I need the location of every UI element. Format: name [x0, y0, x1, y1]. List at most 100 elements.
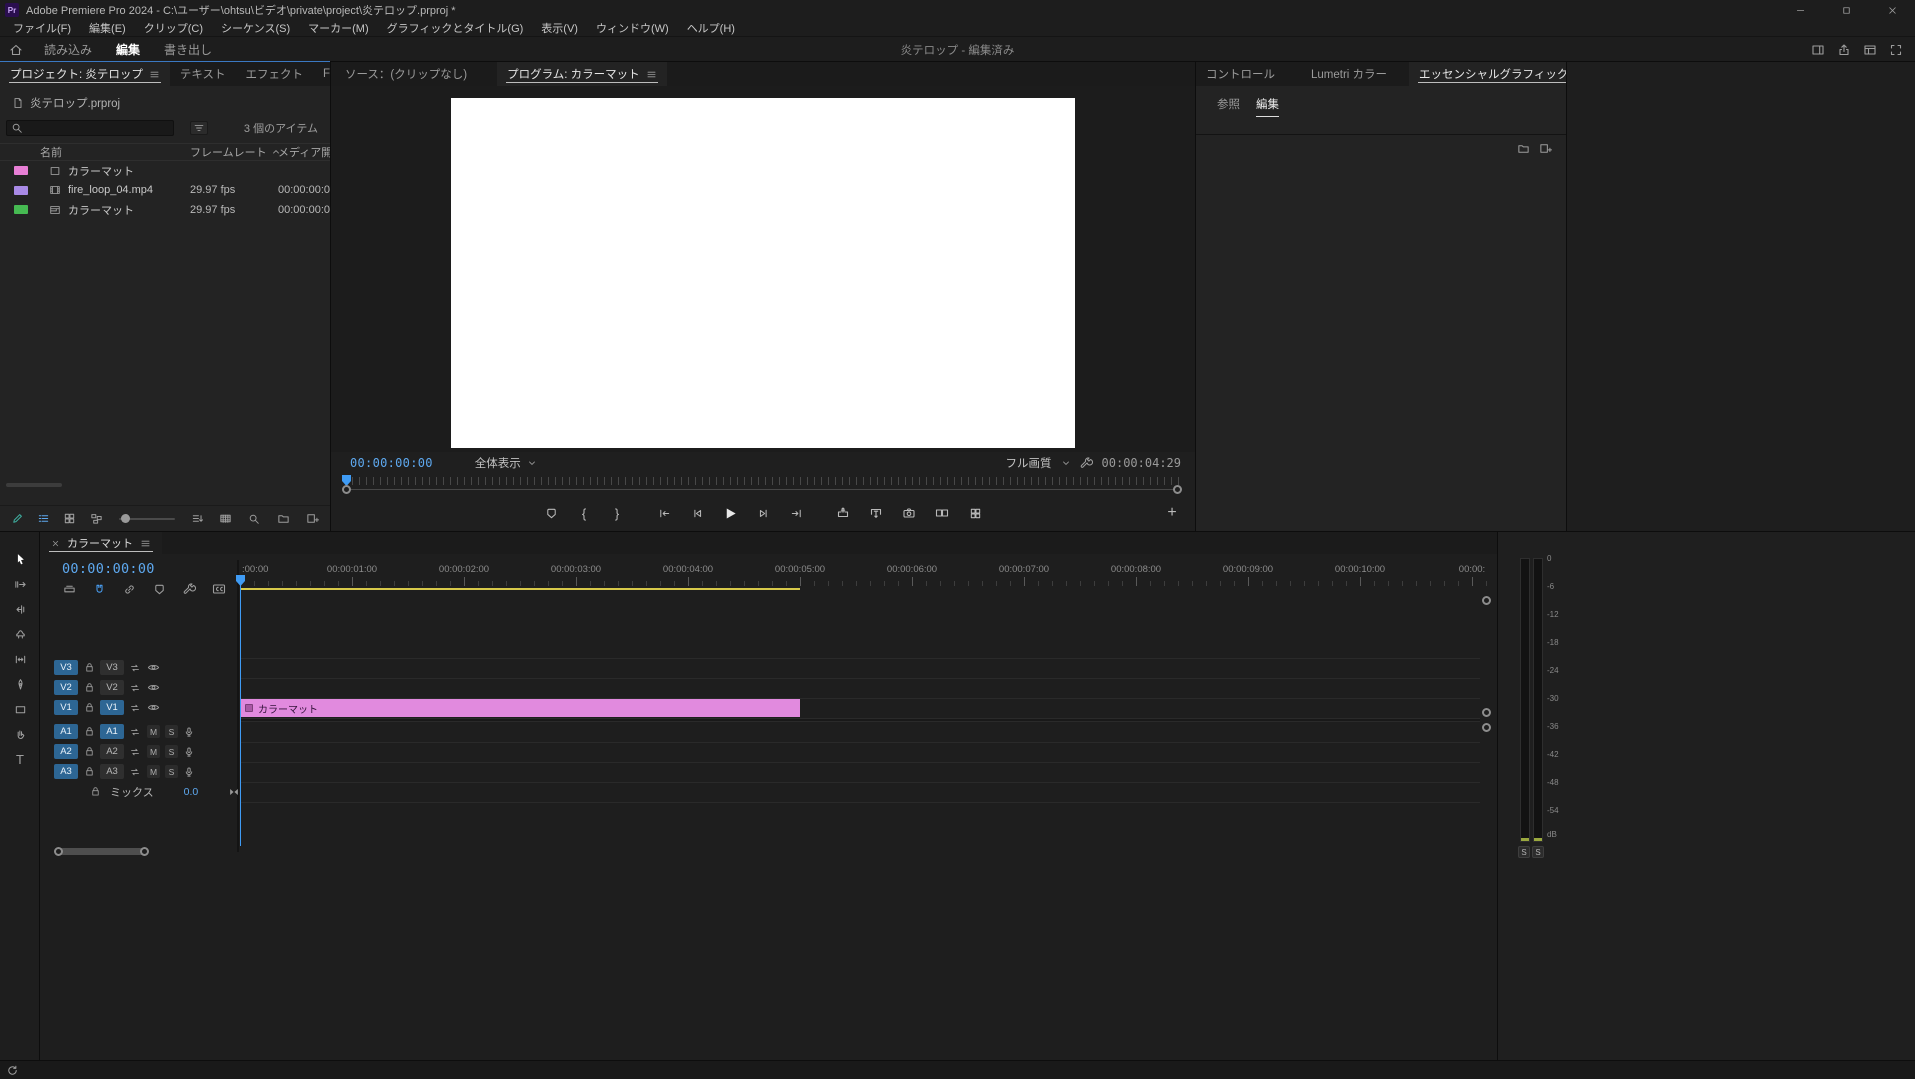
snap-magnet-icon[interactable]: [91, 583, 107, 596]
tab-program-monitor[interactable]: プログラム: カラーマット: [497, 62, 667, 86]
timeline-zoom-scrollbar[interactable]: [54, 846, 1484, 858]
scrub-zoom-handle-right[interactable]: [1173, 485, 1182, 494]
slip-tool[interactable]: [9, 650, 31, 668]
voiceover-mic-icon[interactable]: [182, 746, 196, 758]
zoom-handle-left[interactable]: [54, 847, 63, 856]
track-visibility-eye-icon[interactable]: [146, 661, 160, 674]
egp-new-layer-icon[interactable]: [1539, 142, 1552, 155]
workspace-tab-edit[interactable]: 編集: [104, 37, 152, 62]
settings-wrench-icon[interactable]: [1080, 456, 1093, 470]
track-select-tool[interactable]: [9, 575, 31, 593]
step-back-icon[interactable]: [687, 503, 707, 523]
step-forward-icon[interactable]: [753, 503, 773, 523]
target-track-a1[interactable]: A1: [100, 724, 124, 739]
column-media-start[interactable]: メディア開: [278, 144, 330, 160]
playback-quality-value[interactable]: フル画質: [1006, 455, 1052, 471]
source-patch-v2[interactable]: V2: [54, 680, 78, 695]
tab-source-monitor[interactable]: ソース：(クリップなし): [335, 62, 477, 86]
pen-tool[interactable]: [9, 675, 31, 693]
close-sequence-icon[interactable]: [51, 539, 60, 548]
fullscreen-icon[interactable]: [1889, 43, 1903, 57]
tab-text[interactable]: テキスト: [170, 62, 236, 86]
search-filter-button[interactable]: [190, 121, 208, 135]
sort-icons-icon[interactable]: [191, 512, 205, 525]
menu-graphics[interactable]: グラフィックとタイトル(G): [378, 20, 533, 36]
keyframe-bowtie-icon[interactable]: [228, 786, 240, 798]
list-view-icon[interactable]: [36, 512, 50, 525]
voiceover-mic-icon[interactable]: [182, 766, 196, 778]
voiceover-mic-icon[interactable]: [182, 726, 196, 738]
source-patch-v1[interactable]: V1: [54, 700, 78, 715]
menu-help[interactable]: ヘルプ(H): [678, 20, 744, 36]
extract-icon[interactable]: [866, 503, 886, 523]
zoom-handle-right[interactable]: [140, 847, 149, 856]
monitor-scrub-bar[interactable]: [342, 475, 1182, 498]
search-box[interactable]: [6, 120, 174, 136]
lift-icon[interactable]: [833, 503, 853, 523]
scrollbar-thumb[interactable]: [59, 848, 147, 855]
project-row-colormatte-sequence[interactable]: カラーマット 29.97 fps 00:00:00:0: [0, 200, 330, 220]
find-icon[interactable]: [246, 512, 262, 525]
play-icon[interactable]: [720, 503, 740, 523]
workspaces-icon[interactable]: [1863, 43, 1877, 57]
video-audio-divider[interactable]: [240, 718, 1480, 722]
quick-layout-icon[interactable]: [1811, 43, 1825, 57]
multi-view-icon[interactable]: [965, 503, 985, 523]
audio-track-height-handle[interactable]: [1482, 723, 1491, 732]
subtab-browse[interactable]: 参照: [1217, 96, 1240, 117]
freeform-view-icon[interactable]: [89, 512, 103, 525]
source-patch-v3[interactable]: V3: [54, 660, 78, 675]
mute-button[interactable]: M: [147, 765, 160, 778]
ripple-edit-tool[interactable]: [9, 600, 31, 618]
menu-clip[interactable]: クリップ(C): [135, 20, 212, 36]
sync-lock-icon[interactable]: [128, 702, 142, 714]
menu-marker[interactable]: マーカー(M): [299, 20, 378, 36]
zoom-slider-knob[interactable]: [121, 513, 131, 523]
search-input[interactable]: [27, 122, 169, 134]
automate-to-sequence-icon[interactable]: [217, 512, 233, 525]
workspace-tab-export[interactable]: 書き出し: [152, 37, 224, 62]
timeline-timecode[interactable]: 00:00:00:00: [62, 561, 155, 577]
column-framerate[interactable]: フレームレート: [190, 144, 279, 160]
go-to-out-icon[interactable]: [786, 503, 806, 523]
workspace-tab-import[interactable]: 読み込み: [32, 37, 104, 62]
cloud-sync-status-icon[interactable]: [6, 1064, 19, 1077]
tab-effect-controls[interactable]: コントロール: [1196, 62, 1285, 86]
solo-button[interactable]: S: [165, 725, 178, 738]
chevron-down-icon[interactable]: [1061, 458, 1071, 468]
solo-button[interactable]: S: [165, 765, 178, 778]
menu-view[interactable]: 表示(V): [532, 20, 587, 36]
lock-icon[interactable]: [82, 726, 96, 737]
new-bin-icon[interactable]: [275, 512, 291, 525]
menu-edit[interactable]: 編集(E): [80, 20, 135, 36]
tab-project[interactable]: プロジェクト: 炎テロップ: [0, 62, 170, 86]
timeline-ruler[interactable]: :00:00 00:00:01:00 00:00:02:00 00:00:03:…: [240, 560, 1495, 586]
export-frame-icon[interactable]: [899, 503, 919, 523]
tab-lumetri-color[interactable]: Lumetri カラー: [1301, 62, 1397, 86]
panel-menu-icon[interactable]: [140, 538, 151, 549]
lock-icon[interactable]: [88, 786, 102, 797]
target-track-v1[interactable]: V1: [100, 700, 124, 715]
breadcrumb[interactable]: 炎テロップ.prproj: [0, 86, 330, 118]
project-writable-icon[interactable]: [10, 512, 24, 525]
sync-lock-icon[interactable]: [128, 766, 142, 778]
panel-menu-icon[interactable]: [149, 69, 160, 80]
menu-file[interactable]: ファイル(F): [4, 20, 80, 36]
timeline-clip-colormatte[interactable]: カラーマット: [240, 699, 800, 717]
linked-selection-icon[interactable]: [121, 583, 137, 596]
rectangle-tool[interactable]: [9, 700, 31, 718]
thumbnail-zoom-slider[interactable]: [119, 513, 175, 523]
track-divider-handle[interactable]: [1482, 708, 1491, 717]
project-row-fireloop[interactable]: fire_loop_04.mp4 29.97 fps 00:00:00:0: [0, 181, 330, 201]
minimize-button[interactable]: [1777, 0, 1823, 20]
lock-icon[interactable]: [82, 746, 96, 757]
timeline-settings-wrench-icon[interactable]: [181, 582, 197, 596]
mute-button[interactable]: M: [147, 725, 160, 738]
sync-lock-icon[interactable]: [128, 726, 142, 738]
mark-out-button[interactable]: }: [607, 503, 627, 523]
add-marker-icon[interactable]: [151, 583, 167, 596]
panel-menu-icon[interactable]: [646, 69, 657, 80]
mix-gain-value[interactable]: 0.0: [184, 786, 199, 798]
tab-effects[interactable]: エフェクト: [236, 62, 314, 86]
target-track-v2[interactable]: V2: [100, 680, 124, 695]
